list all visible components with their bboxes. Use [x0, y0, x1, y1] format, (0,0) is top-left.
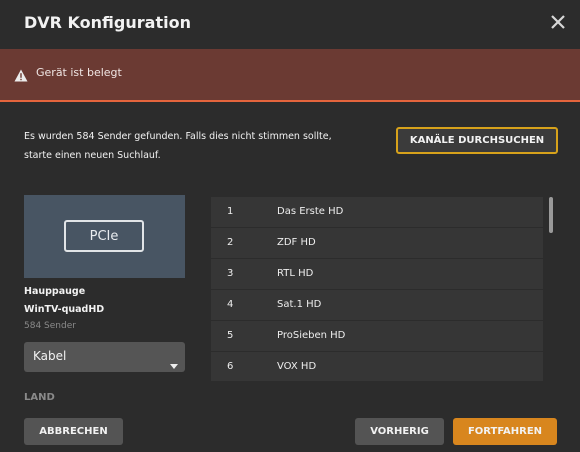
close-icon[interactable] — [548, 12, 568, 32]
previous-button[interactable]: VORHERIG — [355, 418, 444, 445]
device-channel-count: 584 Sender — [24, 321, 76, 331]
scan-channels-button[interactable]: KANÄLE DURCHSUCHEN — [396, 127, 558, 154]
device-brand: Hauppauge — [24, 286, 86, 297]
dvr-config-dialog: DVR Konfiguration Gerät ist belegt Es wu… — [0, 0, 580, 452]
source-select[interactable]: Kabel — [24, 342, 185, 372]
channel-name: Sat.1 HD — [277, 299, 322, 310]
device-model: WinTV-quadHD — [24, 304, 105, 315]
channel-row[interactable]: 5 ProSieben HD — [211, 321, 543, 351]
channel-row[interactable]: 1 Das Erste HD — [211, 197, 543, 227]
caret-down-icon — [170, 354, 178, 369]
alert-message: Gerät ist belegt — [36, 66, 122, 79]
channel-number: 6 — [227, 361, 234, 372]
channel-number: 2 — [227, 237, 234, 248]
scan-result-message: Es wurden 584 Sender gefunden. Falls die… — [24, 127, 374, 165]
channel-row[interactable]: 6 VOX HD — [211, 352, 543, 381]
channel-name: VOX HD — [277, 361, 317, 372]
pcie-badge: PCIe — [64, 220, 144, 252]
channel-name: ProSieben HD — [277, 330, 346, 341]
scan-message-line-2: starte einen neuen Suchlauf. — [24, 150, 161, 161]
dialog-title: DVR Konfiguration — [24, 13, 191, 32]
channel-row[interactable]: 4 Sat.1 HD — [211, 290, 543, 320]
device-busy-alert: Gerät ist belegt — [0, 49, 580, 102]
channel-list-scrollbar[interactable] — [549, 197, 553, 233]
warning-icon — [14, 67, 28, 82]
device-image: PCIe — [24, 195, 185, 278]
source-select-value: Kabel — [33, 349, 67, 363]
country-label: LAND — [24, 392, 55, 403]
cancel-button[interactable]: ABBRECHEN — [24, 418, 123, 445]
channel-row[interactable]: 2 ZDF HD — [211, 228, 543, 258]
dialog-header: DVR Konfiguration — [0, 0, 580, 48]
continue-button[interactable]: FORTFAHREN — [453, 418, 557, 445]
channel-row[interactable]: 3 RTL HD — [211, 259, 543, 289]
channel-number: 3 — [227, 268, 234, 279]
channel-number: 4 — [227, 299, 234, 310]
scan-message-line-1: Es wurden 584 Sender gefunden. Falls die… — [24, 131, 332, 142]
channel-name: RTL HD — [277, 268, 314, 279]
channel-number: 5 — [227, 330, 234, 341]
channel-name: Das Erste HD — [277, 206, 344, 217]
channel-number: 1 — [227, 206, 234, 217]
channel-list[interactable]: 1 Das Erste HD 2 ZDF HD 3 RTL HD 4 Sat.1… — [211, 195, 559, 381]
channel-name: ZDF HD — [277, 237, 316, 248]
